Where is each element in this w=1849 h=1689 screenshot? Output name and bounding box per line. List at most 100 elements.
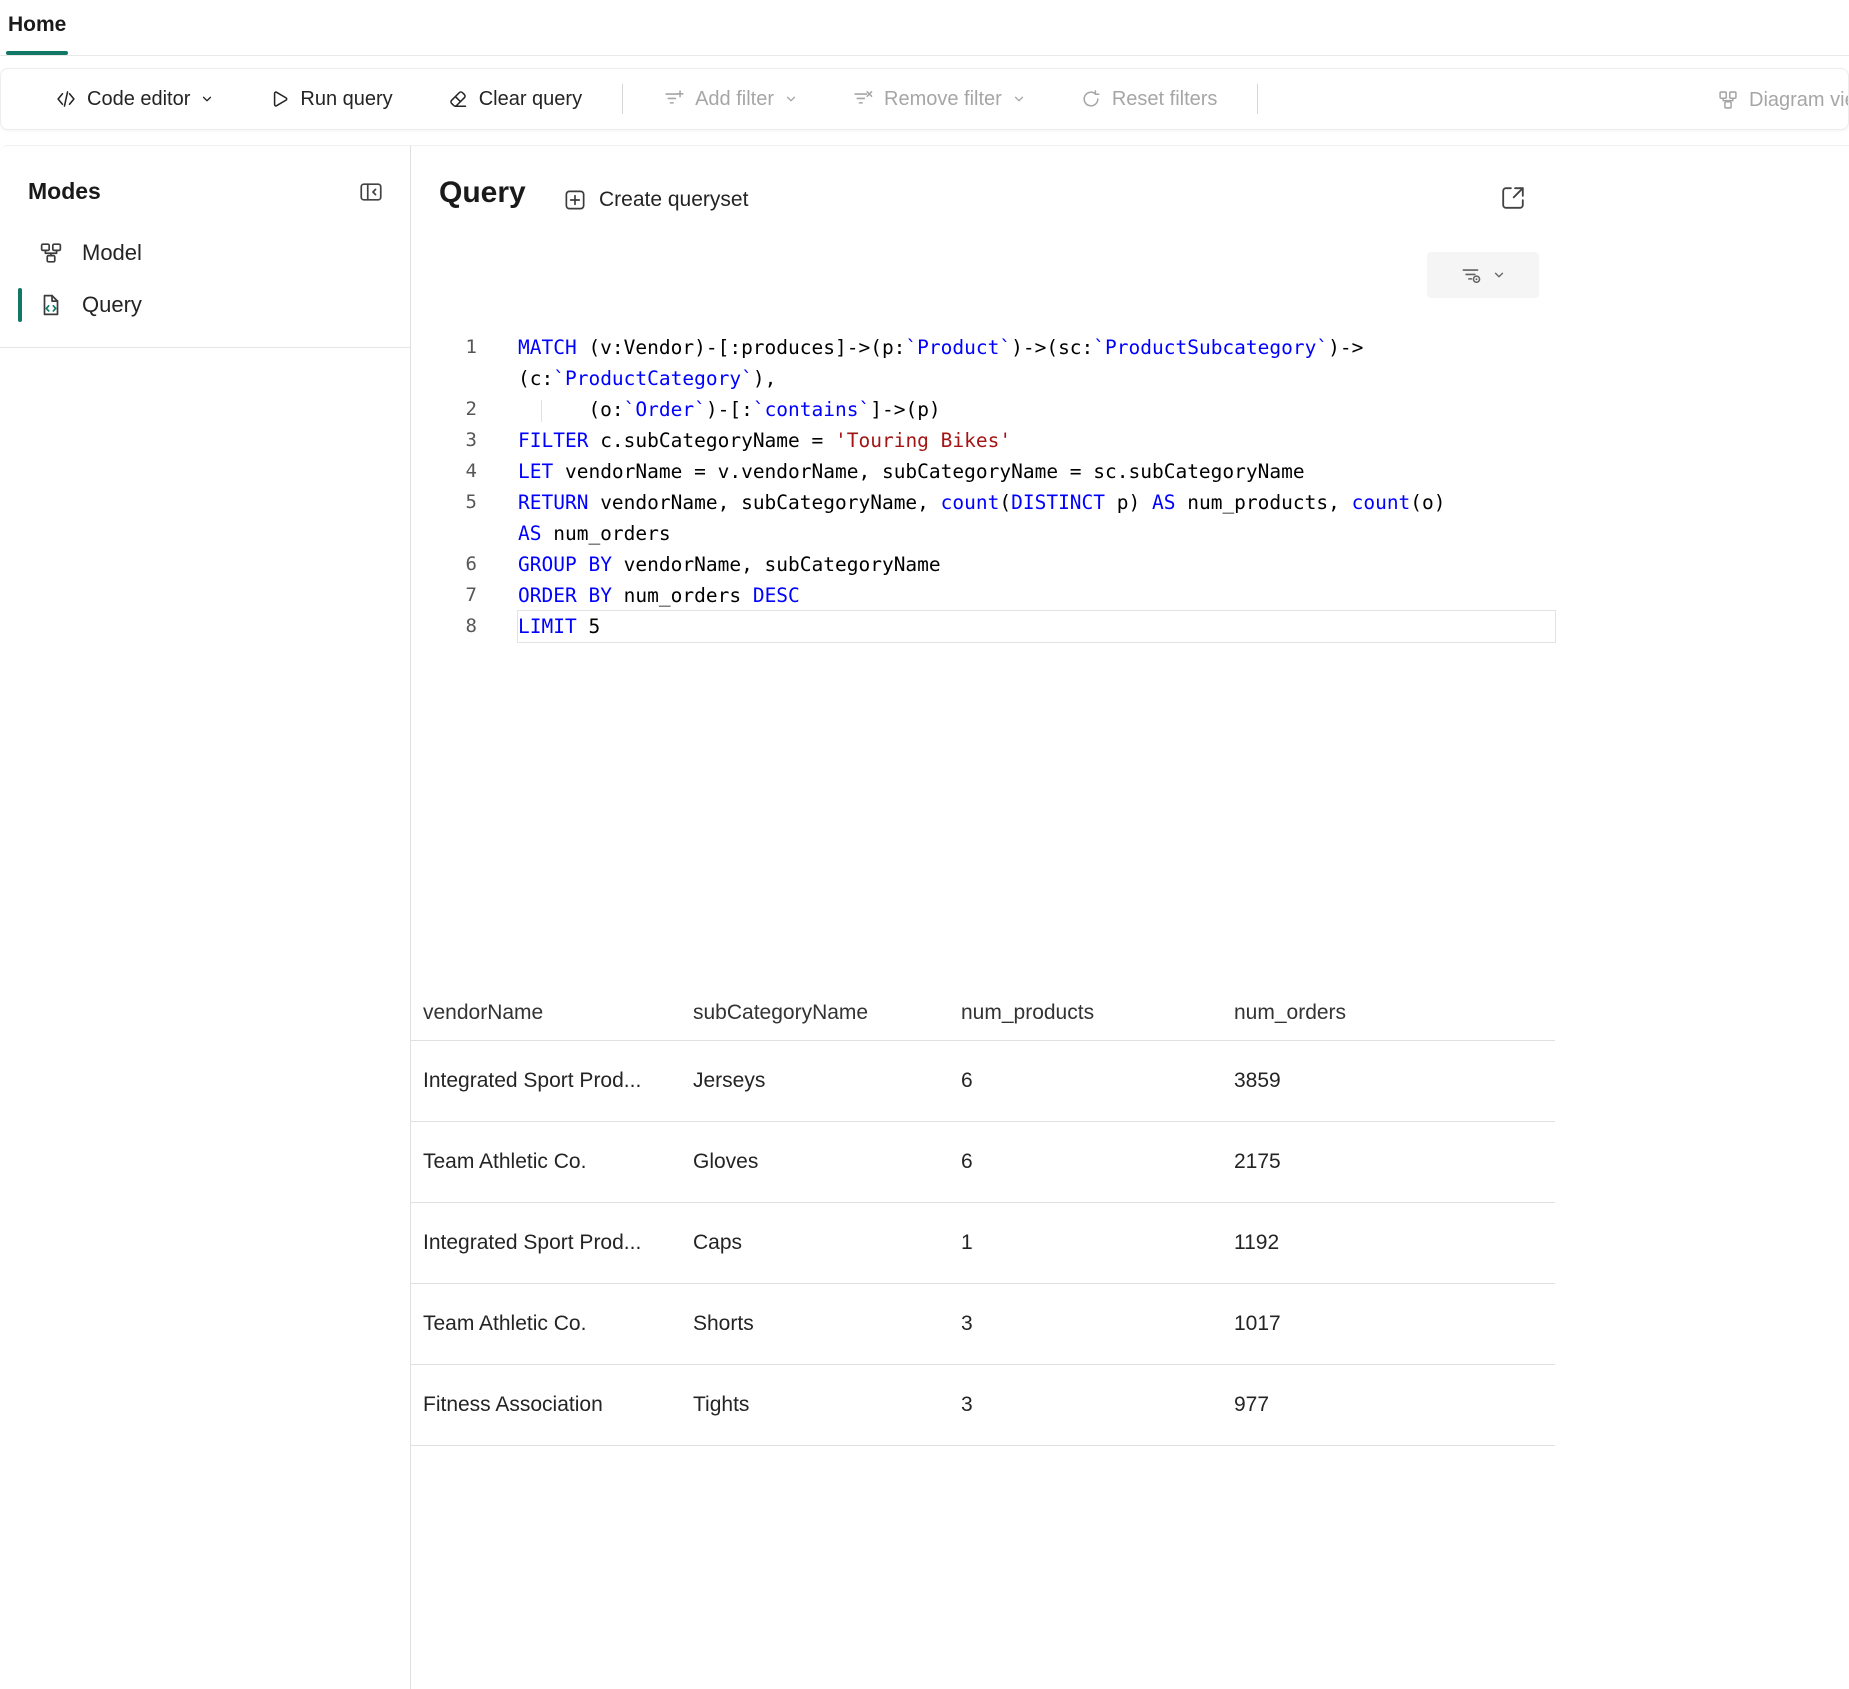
open-in-new-window-icon[interactable] bbox=[1499, 184, 1527, 212]
table-cell: 977 bbox=[1234, 1393, 1555, 1417]
table-cell: Integrated Sport Prod... bbox=[423, 1231, 693, 1255]
toolbar-divider bbox=[1257, 84, 1258, 114]
code-line: 2 (o:`Order`)-[:`contains`]->(p) bbox=[439, 394, 1555, 425]
code-line: 4 LET vendorName = v.vendorName, subCateg… bbox=[439, 456, 1555, 487]
column-header[interactable]: subCategoryName bbox=[693, 1001, 961, 1025]
table-cell: 1017 bbox=[1234, 1312, 1555, 1336]
line-number: 5 bbox=[439, 487, 477, 518]
sidebar-item-model[interactable]: Model bbox=[0, 227, 410, 279]
diagram-view-button-label: Diagram view bbox=[1749, 89, 1849, 112]
line-number: 2 bbox=[439, 394, 477, 425]
table-cell: 3 bbox=[961, 1312, 1234, 1336]
play-icon bbox=[268, 88, 290, 110]
query-icon bbox=[38, 292, 64, 318]
code-editor-button-label: Code editor bbox=[87, 88, 190, 111]
create-queryset-button-label: Create queryset bbox=[599, 188, 748, 212]
code-line: 6 GROUP BY vendorName, subCategoryName bbox=[439, 549, 1555, 580]
clear-query-button[interactable]: Clear query bbox=[433, 77, 596, 121]
filter-settings-icon bbox=[1460, 264, 1482, 286]
code-line-content: RETURN vendorName, subCategoryName, coun… bbox=[518, 487, 1555, 518]
remove-filter-button[interactable]: Remove filter bbox=[838, 77, 1040, 121]
add-square-icon bbox=[563, 188, 587, 212]
arrow-reset-icon bbox=[1080, 88, 1102, 110]
column-header[interactable]: num_products bbox=[961, 1001, 1234, 1025]
table-cell: 6 bbox=[961, 1069, 1234, 1093]
table-row[interactable]: Integrated Sport Prod...Jerseys63859 bbox=[411, 1041, 1555, 1122]
chevron-down-icon bbox=[1492, 268, 1506, 282]
chevron-down-icon bbox=[1012, 92, 1026, 106]
code-line: AS num_orders bbox=[439, 518, 1555, 549]
table-cell: Fitness Association bbox=[423, 1393, 693, 1417]
code-line-content: AS num_orders bbox=[518, 518, 1555, 549]
table-cell: Caps bbox=[693, 1231, 961, 1255]
eraser-icon bbox=[447, 88, 469, 110]
table-cell: 3859 bbox=[1234, 1069, 1555, 1093]
chevron-down-icon bbox=[200, 92, 214, 106]
code-line-content: GROUP BY vendorName, subCategoryName bbox=[518, 549, 1555, 580]
table-cell: Integrated Sport Prod... bbox=[423, 1069, 693, 1093]
active-tab-underline bbox=[6, 51, 68, 55]
line-number: 4 bbox=[439, 456, 477, 487]
tab-home[interactable]: Home bbox=[8, 13, 66, 37]
table-cell: Shorts bbox=[693, 1312, 961, 1336]
table-row[interactable]: Fitness AssociationTights3977 bbox=[411, 1365, 1555, 1446]
table-header-row: vendorNamesubCategoryNamenum_productsnum… bbox=[411, 986, 1555, 1041]
code-line: 1 MATCH (v:Vendor)-[:produces]->(p:`Produ… bbox=[439, 332, 1555, 363]
table-cell: Jerseys bbox=[693, 1069, 961, 1093]
diagram-view-button[interactable]: Diagram view bbox=[1703, 78, 1849, 122]
reset-filters-button-label: Reset filters bbox=[1112, 88, 1218, 111]
table-row[interactable]: Team Athletic Co.Shorts31017 bbox=[411, 1284, 1555, 1365]
chevron-down-icon bbox=[784, 92, 798, 106]
line-number: 3 bbox=[439, 425, 477, 456]
table-cell: 2175 bbox=[1234, 1150, 1555, 1174]
page-title: Query bbox=[439, 176, 526, 210]
column-header[interactable]: num_orders bbox=[1234, 1001, 1555, 1025]
code-editor-button[interactable]: Code editor bbox=[41, 77, 228, 121]
selected-indicator bbox=[18, 288, 22, 322]
collapse-panel-icon[interactable] bbox=[358, 179, 384, 205]
code-line-content: MATCH (v:Vendor)-[:produces]->(p:`Produc… bbox=[518, 332, 1555, 363]
code-line: 5 RETURN vendorName, subCategoryName, cou… bbox=[439, 487, 1555, 518]
ribbon-toolbar: Code editor Run query Clear query Add fi… bbox=[0, 68, 1849, 130]
table-row[interactable]: Integrated Sport Prod...Caps11192 bbox=[411, 1203, 1555, 1284]
code-editor-lines: 1 MATCH (v:Vendor)-[:produces]->(p:`Produ… bbox=[439, 332, 1555, 642]
add-filter-button[interactable]: Add filter bbox=[649, 77, 812, 121]
result-filter-dropdown-button[interactable] bbox=[1427, 252, 1539, 298]
modes-panel: Modes Model Query bbox=[0, 145, 411, 1689]
code-line-content: ORDER BY num_orders DESC bbox=[518, 580, 1555, 611]
line-number: 6 bbox=[439, 549, 477, 580]
code-icon bbox=[55, 88, 77, 110]
add-filter-button-label: Add filter bbox=[695, 88, 774, 111]
table-row[interactable]: Team Athletic Co.Gloves62175 bbox=[411, 1122, 1555, 1203]
code-line-content: (c:`ProductCategory`), bbox=[518, 363, 1555, 394]
model-icon bbox=[38, 240, 64, 266]
modes-section: Modes Model Query bbox=[0, 146, 410, 348]
code-line-content: FILTER c.subCategoryName = 'Touring Bike… bbox=[518, 425, 1555, 456]
run-query-button[interactable]: Run query bbox=[254, 77, 406, 121]
line-number: 1 bbox=[439, 332, 477, 363]
table-cell: 1192 bbox=[1234, 1231, 1555, 1255]
code-editor[interactable]: 1 MATCH (v:Vendor)-[:produces]->(p:`Produ… bbox=[439, 332, 1555, 642]
table-cell: 6 bbox=[961, 1150, 1234, 1174]
code-line-content: (o:`Order`)-[:`contains`]->(p) bbox=[518, 394, 1555, 425]
table-body: Integrated Sport Prod...Jerseys63859Team… bbox=[411, 1041, 1555, 1446]
query-workspace: Query Create queryset 1 MATCH (v:Vendor)-… bbox=[411, 145, 1849, 1689]
code-line: 3 FILTER c.subCategoryName = 'Touring Bik… bbox=[439, 425, 1555, 456]
table-cell: Tights bbox=[693, 1393, 961, 1417]
column-header[interactable]: vendorName bbox=[423, 1001, 693, 1025]
modes-panel-title: Modes bbox=[28, 178, 101, 205]
line-number: 7 bbox=[439, 580, 477, 611]
table-cell: Gloves bbox=[693, 1150, 961, 1174]
line-number bbox=[439, 518, 477, 549]
create-queryset-button[interactable]: Create queryset bbox=[563, 188, 748, 212]
run-query-button-label: Run query bbox=[300, 88, 392, 111]
line-number bbox=[439, 363, 477, 394]
toolbar-divider bbox=[622, 84, 623, 114]
reset-filters-button[interactable]: Reset filters bbox=[1066, 77, 1232, 121]
code-line-content: LET vendorName = v.vendorName, subCatego… bbox=[518, 456, 1555, 487]
line-number: 8 bbox=[439, 611, 477, 642]
diagram-icon bbox=[1717, 89, 1739, 111]
tab-bar: Home bbox=[0, 0, 1849, 56]
sidebar-item-query[interactable]: Query bbox=[0, 279, 410, 331]
code-line: 8LIMIT 5 bbox=[439, 611, 1555, 642]
